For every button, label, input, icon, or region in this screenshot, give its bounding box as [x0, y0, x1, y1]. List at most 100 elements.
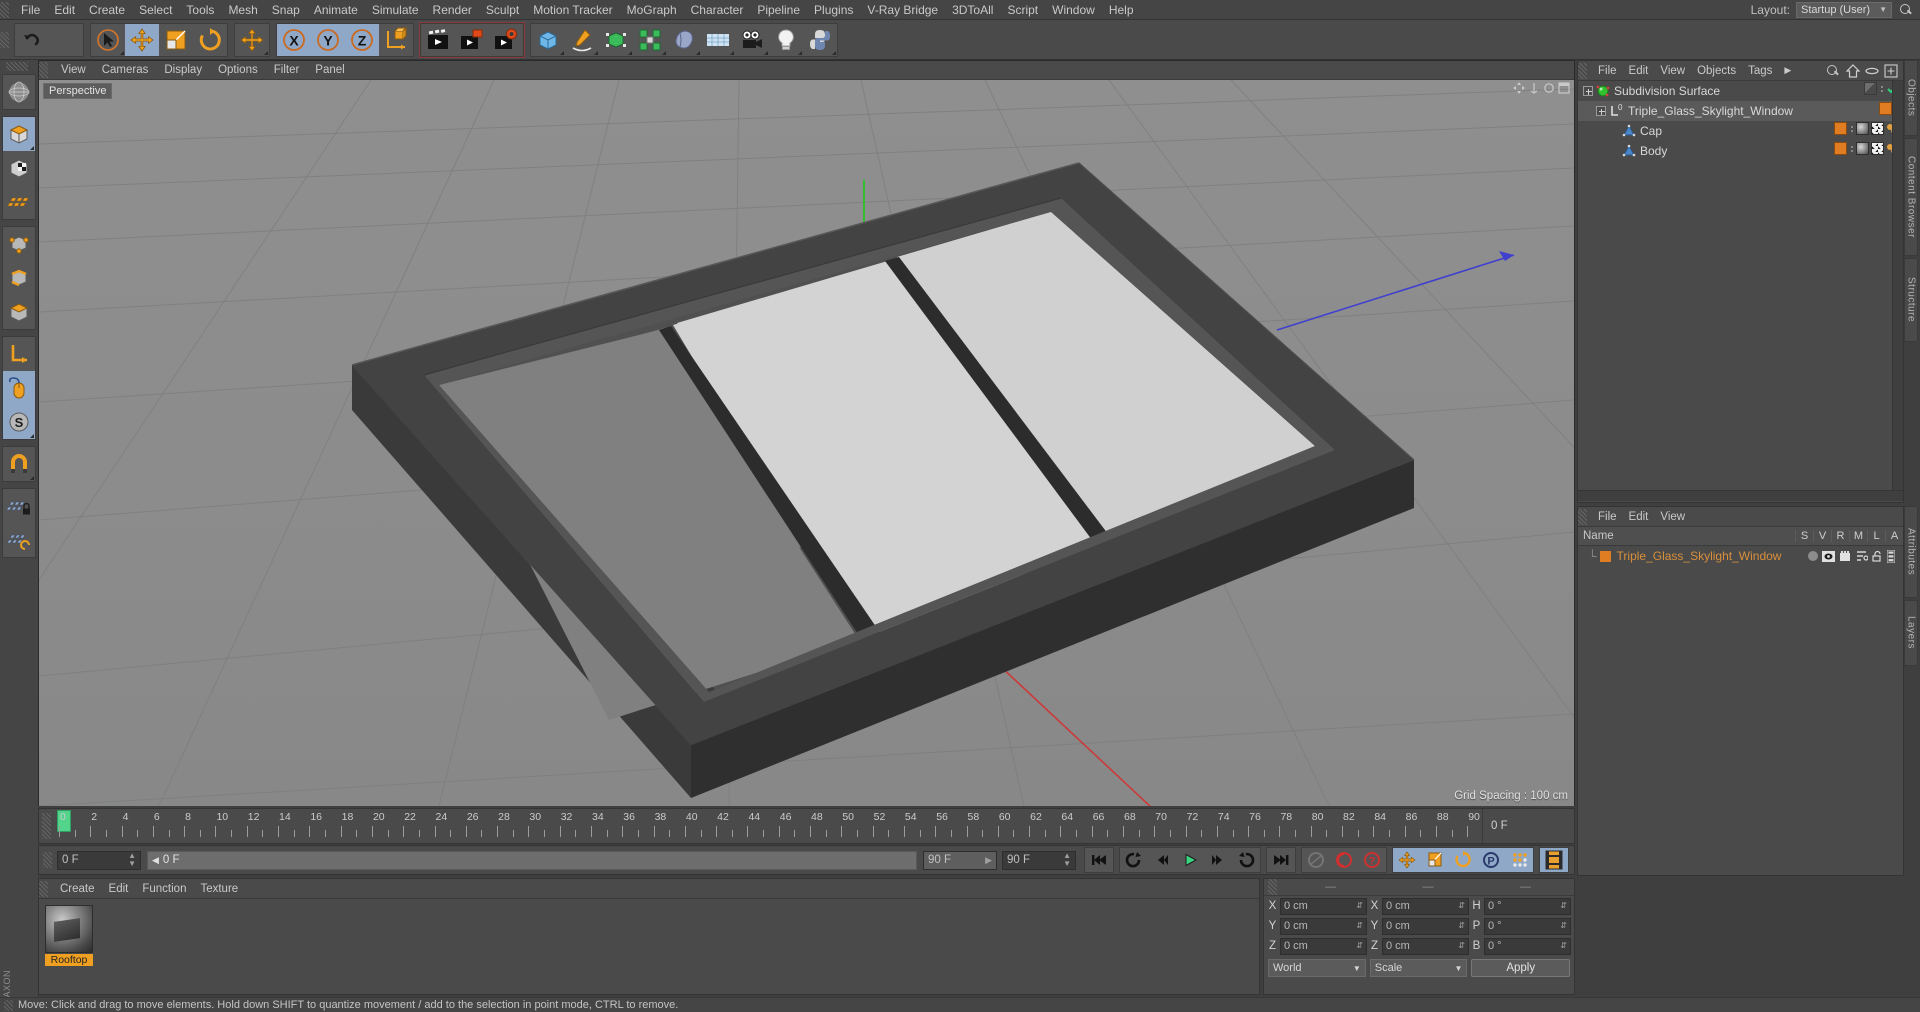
render-settings-button[interactable] [489, 24, 523, 56]
attributes-gripper[interactable] [1578, 508, 1587, 525]
toolbar-gripper[interactable] [0, 31, 9, 48]
world-object-coords-button[interactable] [379, 24, 413, 56]
column-v[interactable]: V [1813, 530, 1831, 542]
om-menu-more[interactable]: ▶ [1778, 64, 1797, 77]
spinner-icon[interactable]: ⇵ [1560, 942, 1567, 950]
live-selection-button[interactable] [91, 24, 125, 56]
menu-render[interactable]: Render [426, 1, 479, 19]
rotation-h-field[interactable]: 0 ° ⇵ [1484, 897, 1571, 915]
add-camera-button[interactable] [735, 24, 769, 56]
viewport-zoom-icon[interactable] [1528, 82, 1540, 94]
material-manager-gripper[interactable] [39, 880, 48, 897]
previous-frame-button[interactable] [1148, 848, 1176, 872]
spinner-icon[interactable]: ⇵ [1356, 942, 1363, 950]
play-reverse-loop-button[interactable] [1120, 848, 1148, 872]
lock-open-icon[interactable] [1872, 550, 1883, 562]
mat-menu-create[interactable]: Create [53, 882, 102, 896]
om-menu-file[interactable]: File [1592, 64, 1623, 78]
viewport-move-icon[interactable] [1513, 82, 1525, 94]
layer-row-triple-glass-skylight-window[interactable]: └ Triple_Glass_Skylight_Window [1578, 546, 1903, 566]
menu-plugins[interactable]: Plugins [807, 1, 860, 19]
keyframe-selection-button[interactable]: ? [1358, 848, 1386, 872]
spinner-icon[interactable]: ▲ ▼ [1063, 852, 1071, 868]
menu-vray-bridge[interactable]: V-Ray Bridge [860, 1, 945, 19]
uv-tag-icon[interactable] [1871, 122, 1884, 135]
scale-key-button[interactable] [1421, 848, 1449, 872]
om-menu-view[interactable]: View [1654, 64, 1691, 78]
viewport-menu-cameras[interactable]: Cameras [94, 63, 157, 77]
menu-snap[interactable]: Snap [265, 1, 307, 19]
lock-x-button[interactable]: X [277, 23, 311, 56]
om-home-icon[interactable] [1846, 63, 1860, 78]
render-picture-viewer-button[interactable] [455, 24, 489, 56]
loop-forward-button[interactable] [1232, 848, 1260, 872]
parameter-key-button[interactable]: P [1477, 848, 1505, 872]
menu-motion-tracker[interactable]: Motion Tracker [526, 1, 619, 19]
position-z-field[interactable]: 0 cm ⇵ [1280, 937, 1367, 955]
object-color-swatch[interactable] [1834, 142, 1847, 155]
object-row-cap[interactable]: Cap [1578, 121, 1903, 141]
animation-icon[interactable] [1887, 549, 1895, 563]
autokeying-button[interactable] [1330, 848, 1358, 872]
spinner-icon[interactable]: ⇵ [1356, 902, 1363, 910]
om-expand-icon[interactable] [1884, 63, 1898, 78]
apply-button[interactable]: Apply [1471, 959, 1570, 977]
rotation-b-field[interactable]: 0 ° ⇵ [1484, 937, 1571, 955]
menu-simulate[interactable]: Simulate [365, 1, 426, 19]
lock-workplane-button[interactable] [3, 489, 35, 523]
rotation-key-button[interactable] [1449, 848, 1477, 872]
om-menu-tags[interactable]: Tags [1742, 64, 1778, 78]
workplane-mode-button[interactable] [3, 523, 35, 557]
visibility-dots-icon[interactable] [1879, 85, 1884, 92]
viewport-menu-panel[interactable]: Panel [307, 63, 352, 77]
right-tab-structure[interactable]: Structure [1904, 258, 1918, 342]
om-menu-objects[interactable]: Objects [1691, 64, 1742, 78]
menu-3dtoall[interactable]: 3DToAll [945, 1, 1000, 19]
object-manager-horizontal-scrollbar[interactable] [1578, 490, 1903, 501]
add-spline-button[interactable] [565, 24, 599, 56]
material-swatch-area[interactable]: Rooftop [39, 899, 1259, 994]
python-script-button[interactable] [803, 24, 837, 56]
manager-icon[interactable] [1855, 550, 1868, 562]
visible-eye-icon[interactable] [1822, 550, 1835, 562]
column-l[interactable]: L [1867, 530, 1885, 542]
add-deformer-button[interactable] [667, 24, 701, 56]
layout-dropdown[interactable]: Startup (User) ▼ [1796, 1, 1892, 18]
spinner-icon[interactable]: ⇵ [1560, 922, 1567, 930]
timebar-slider[interactable]: ◀ 0 F [147, 850, 917, 870]
add-array-button[interactable] [633, 24, 667, 56]
column-a[interactable]: A [1885, 530, 1903, 542]
search-icon[interactable] [1898, 2, 1914, 18]
transport-gripper[interactable] [43, 852, 52, 868]
om-search-icon[interactable] [1825, 63, 1841, 79]
deformed-mode-button[interactable] [3, 185, 35, 219]
object-row-subdivision-surface[interactable]: Subdivision Surface [1578, 81, 1903, 101]
edge-mode-button[interactable] [3, 261, 35, 295]
viewport-gripper[interactable] [39, 62, 48, 78]
viewport-maximize-icon[interactable] [1558, 82, 1570, 94]
solo-icon[interactable] [1808, 551, 1818, 561]
move-axis-button[interactable] [235, 24, 269, 56]
column-s[interactable]: S [1795, 530, 1813, 542]
position-x-field[interactable]: 0 cm ⇵ [1280, 897, 1367, 915]
expand-collapse-icon[interactable] [1596, 106, 1606, 116]
object-row-triple-glass-skylight-window[interactable]: 0 Triple_Glass_Skylight_Window [1578, 101, 1903, 121]
add-light-button[interactable] [769, 24, 803, 56]
mat-menu-edit[interactable]: Edit [102, 882, 136, 896]
polygon-mode-button[interactable] [3, 295, 35, 329]
model-mode-button[interactable] [3, 117, 35, 151]
menu-help[interactable]: Help [1102, 1, 1141, 19]
statusbar-gripper[interactable] [4, 999, 13, 1011]
size-y-field[interactable]: 0 cm ⇵ [1382, 917, 1469, 935]
object-manager-vertical-scrollbar[interactable] [1892, 81, 1903, 501]
right-tab-attributes[interactable]: Attributes [1904, 506, 1918, 598]
menu-create[interactable]: Create [82, 1, 132, 19]
attr-menu-file[interactable]: File [1592, 510, 1623, 524]
viewport-solo-button[interactable] [3, 371, 35, 405]
go-to-start-button[interactable] [1085, 848, 1113, 872]
column-m[interactable]: M [1849, 530, 1867, 542]
attr-menu-view[interactable]: View [1654, 510, 1691, 524]
viewport-menu-display[interactable]: Display [156, 63, 210, 77]
uv-tag-icon[interactable] [1871, 142, 1884, 155]
menu-animate[interactable]: Animate [307, 1, 365, 19]
